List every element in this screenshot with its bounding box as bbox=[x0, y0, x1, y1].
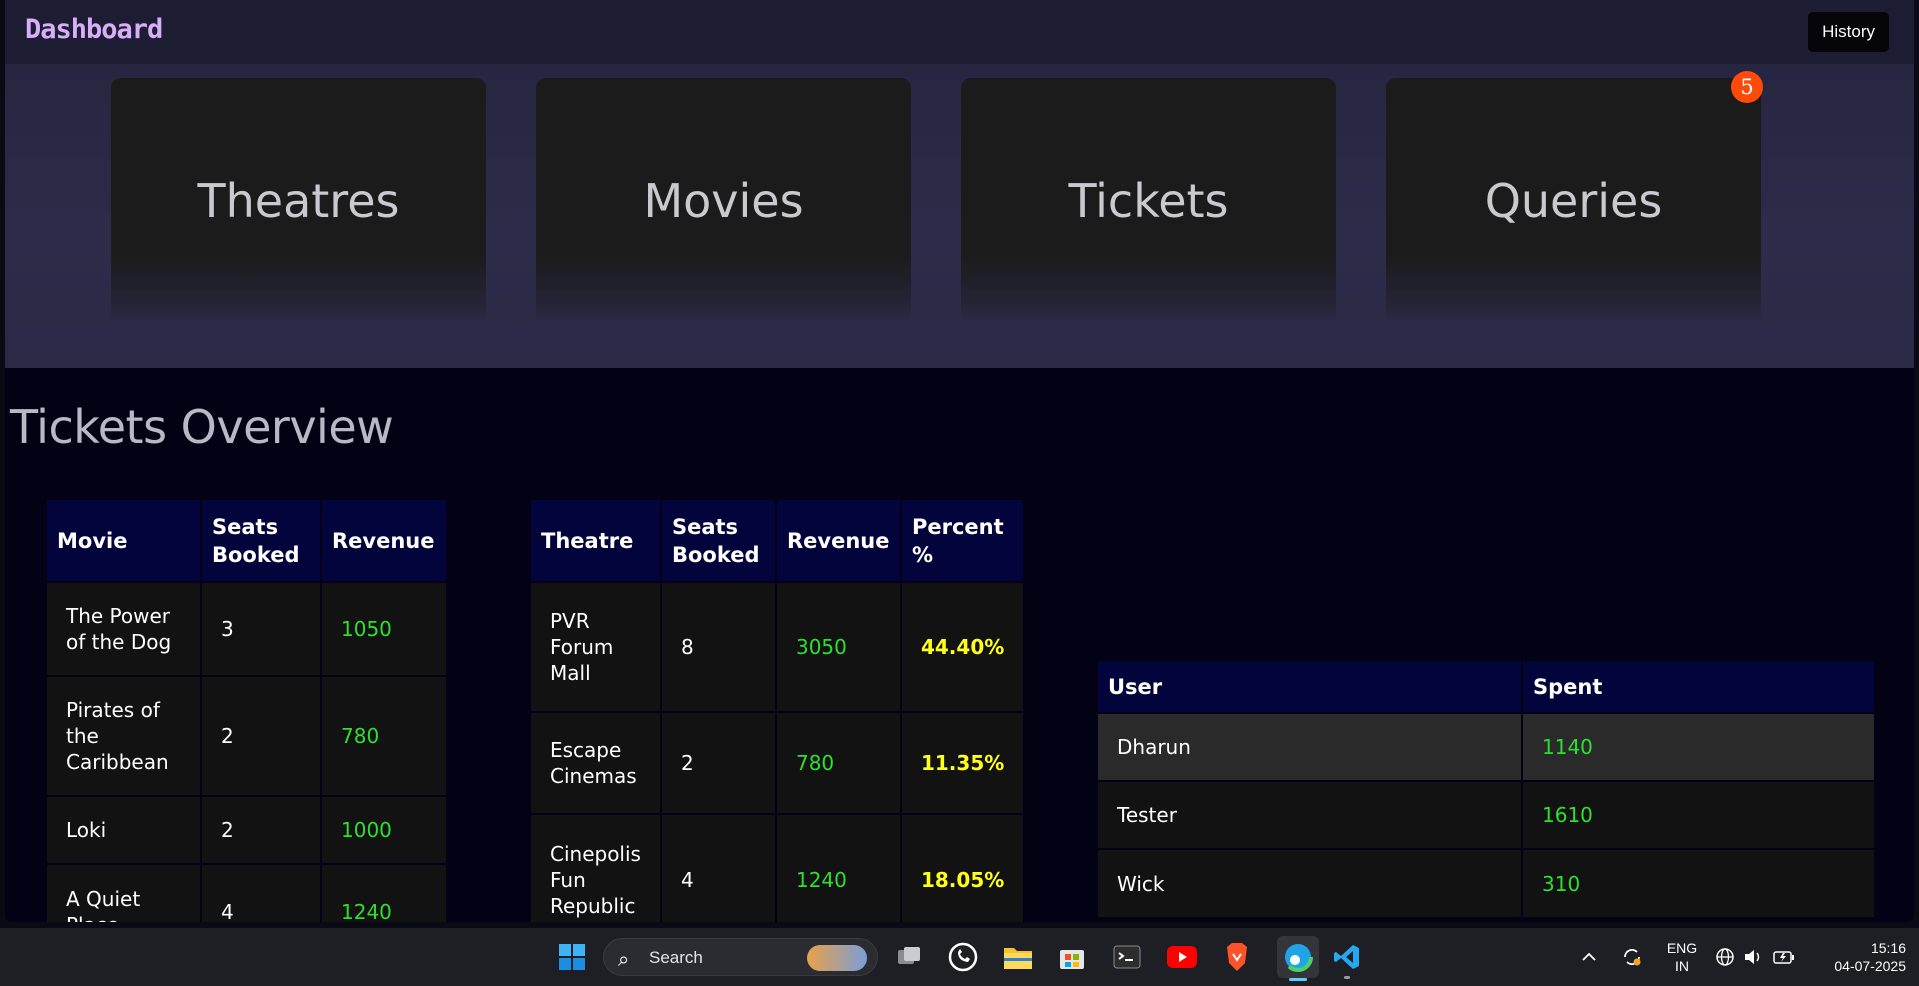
revenue: 1240 bbox=[775, 813, 902, 922]
revenue: 780 bbox=[321, 675, 446, 796]
card-theatres[interactable]: Theatres bbox=[111, 78, 486, 323]
revenue: 1050 bbox=[321, 581, 446, 676]
running-indicator bbox=[1344, 976, 1350, 979]
movie-name: The Power of the Dog bbox=[47, 581, 202, 676]
search-placeholder: Search bbox=[649, 948, 703, 967]
top-bar: Dashboard History bbox=[5, 0, 1914, 64]
section-title: Tickets Overview bbox=[10, 400, 394, 454]
theatre-name: PVR Forum Mall bbox=[531, 581, 662, 712]
table-row: Pirates of the Caribbean 2 780 bbox=[47, 675, 446, 796]
theatre-name: Cinepolis Fun Republic bbox=[531, 813, 662, 922]
col-header-movie: Movie bbox=[47, 500, 202, 582]
search-icon: ⌕ bbox=[618, 947, 630, 971]
time-text: 15:16 bbox=[1870, 940, 1906, 956]
movie-revenue-table: Movie Seats Booked Revenue The Power of t… bbox=[47, 500, 446, 922]
nav-cards-section: Theatres Movies Tickets Queries 5 bbox=[5, 64, 1914, 368]
volume-icon[interactable] bbox=[1741, 941, 1765, 973]
microsoft-store-icon[interactable] bbox=[1056, 941, 1088, 973]
table-row[interactable]: Tester 1610 bbox=[1098, 780, 1874, 849]
seats-booked: 2 bbox=[201, 795, 322, 864]
browser-viewport: Dashboard History Theatres Movies Ticket… bbox=[5, 0, 1914, 922]
table-row: A Quiet Place 4 1240 bbox=[47, 863, 446, 922]
language-indicator[interactable]: ENG IN bbox=[1662, 939, 1702, 975]
dashboard-title: Dashboard bbox=[25, 14, 163, 45]
movie-name: A Quiet Place bbox=[47, 863, 202, 922]
seats-booked: 8 bbox=[660, 581, 777, 712]
card-label: Queries bbox=[1484, 173, 1663, 228]
revenue: 3050 bbox=[775, 581, 902, 712]
amount-spent: 310 bbox=[1522, 848, 1874, 917]
seats-booked: 2 bbox=[660, 711, 777, 814]
table-row[interactable]: Wick 310 bbox=[1098, 848, 1874, 917]
card-label: Theatres bbox=[197, 173, 400, 228]
col-header-spent: Spent bbox=[1522, 661, 1874, 713]
theatre-revenue-table: Theatre Seats Booked Revenue Percent% PVR… bbox=[531, 500, 1024, 922]
col-header-seats: Seats Booked bbox=[660, 500, 777, 582]
card-tickets[interactable]: Tickets bbox=[961, 78, 1336, 323]
region-code: IN bbox=[1675, 958, 1689, 974]
table-row: Escape Cinemas 2 780 11.35% bbox=[531, 711, 1024, 814]
revenue: 1000 bbox=[321, 795, 446, 864]
windows-start-icon[interactable] bbox=[556, 941, 588, 973]
col-header-revenue: Revenue bbox=[321, 500, 446, 582]
movie-name: Pirates of the Caribbean bbox=[47, 675, 202, 796]
seats-booked: 4 bbox=[660, 813, 777, 922]
table-row: PVR Forum Mall 8 3050 44.40% bbox=[531, 581, 1024, 712]
user-spending-table: User Spent Dharun 1140 Tester 1610 Wick … bbox=[1098, 661, 1874, 917]
percent: 11.35% bbox=[900, 711, 1024, 814]
col-header-revenue: Revenue bbox=[775, 500, 902, 582]
user-name: Dharun bbox=[1098, 712, 1523, 781]
clock[interactable]: 15:16 04-07-2025 bbox=[1812, 939, 1906, 975]
table-row: Loki 2 1000 bbox=[47, 795, 446, 864]
table-row[interactable]: Dharun 1140 bbox=[1098, 712, 1874, 781]
seats-booked: 2 bbox=[201, 675, 322, 796]
sync-icon[interactable] bbox=[1618, 941, 1646, 973]
theatre-name: Escape Cinemas bbox=[531, 711, 662, 814]
percent: 44.40% bbox=[900, 581, 1024, 712]
brave-browser-icon[interactable] bbox=[1221, 941, 1253, 973]
seats-booked: 4 bbox=[201, 863, 322, 922]
card-queries[interactable]: Queries 5 bbox=[1386, 71, 1763, 323]
task-view-icon[interactable] bbox=[893, 941, 925, 973]
percent: 18.05% bbox=[900, 813, 1024, 922]
youtube-icon[interactable] bbox=[1166, 941, 1198, 973]
search-highlight-icon bbox=[807, 945, 867, 971]
card-label: Tickets bbox=[1068, 173, 1229, 228]
table-row: The Power of the Dog 3 1050 bbox=[47, 581, 446, 676]
chevron-up-icon[interactable] bbox=[1577, 941, 1601, 973]
card-movies[interactable]: Movies bbox=[536, 78, 911, 323]
lang-code: ENG bbox=[1666, 940, 1698, 956]
network-globe-icon[interactable] bbox=[1712, 941, 1738, 973]
taskbar-search[interactable]: ⌕ Search bbox=[603, 938, 878, 976]
seats-booked: 3 bbox=[201, 581, 322, 676]
terminal-icon[interactable] bbox=[1111, 941, 1143, 973]
amount-spent: 1140 bbox=[1522, 712, 1874, 781]
revenue: 780 bbox=[775, 711, 902, 814]
active-indicator bbox=[1289, 978, 1307, 981]
col-header-seats: Seats Booked bbox=[201, 500, 322, 582]
col-header-theatre: Theatre bbox=[531, 500, 662, 582]
battery-charging-icon[interactable] bbox=[1771, 941, 1797, 973]
date-text: 04-07-2025 bbox=[1834, 958, 1906, 974]
user-name: Tester bbox=[1098, 780, 1523, 849]
user-name: Wick bbox=[1098, 848, 1523, 917]
revenue: 1240 bbox=[321, 863, 446, 922]
file-explorer-icon[interactable] bbox=[1002, 941, 1034, 973]
vscode-icon[interactable] bbox=[1331, 941, 1363, 979]
table-row: Cinepolis Fun Republic 4 1240 18.05% bbox=[531, 813, 1024, 922]
card-label: Movies bbox=[643, 173, 804, 228]
movie-name: Loki bbox=[47, 795, 202, 864]
col-header-percent: Percent% bbox=[900, 500, 1024, 582]
amount-spent: 1610 bbox=[1522, 780, 1874, 849]
col-header-user: User bbox=[1098, 661, 1523, 713]
whatsapp-icon[interactable] bbox=[947, 941, 979, 973]
queries-count-badge: 5 bbox=[1731, 71, 1763, 103]
history-button[interactable]: History bbox=[1808, 12, 1889, 52]
edge-browser-icon[interactable] bbox=[1277, 936, 1319, 981]
